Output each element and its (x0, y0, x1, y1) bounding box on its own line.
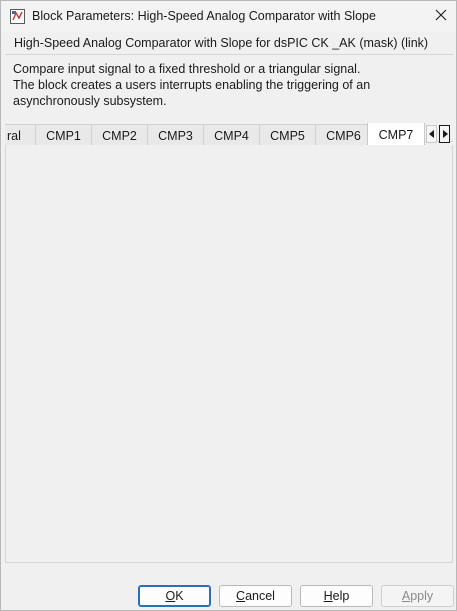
dialog-window: Block Parameters: High-Speed Analog Comp… (0, 0, 457, 611)
close-icon (435, 9, 447, 24)
tab-bar: ral CMP1 CMP2 CMP3 CMP4 CMP5 CMP6 CMP7 (5, 123, 453, 146)
help-button[interactable]: Help (300, 585, 373, 607)
description-line: Compare input signal to a fixed threshol… (13, 62, 361, 76)
mask-description: Compare input signal to a fixed threshol… (13, 61, 449, 109)
cancel-button[interactable]: Cancel (219, 585, 292, 607)
tab-content-panel (5, 145, 453, 563)
tab-cmp3[interactable]: CMP3 (147, 124, 204, 145)
tab-label: ral (7, 128, 21, 143)
simulink-block-icon (10, 9, 25, 24)
tab-general[interactable]: ral (5, 124, 36, 145)
tab-label: CMP3 (158, 128, 193, 143)
button-label: OK (165, 589, 184, 603)
arrow-right-icon (442, 127, 448, 141)
tab-label: CMP6 (326, 128, 361, 143)
tab-cmp4[interactable]: CMP4 (203, 124, 260, 145)
button-label: Help (323, 589, 350, 603)
description-line: asynchronously subsystem. (13, 94, 167, 108)
mask-header: High-Speed Analog Comparator with Slope … (5, 32, 453, 142)
button-label: Apply (401, 589, 434, 603)
tab-cmp5[interactable]: CMP5 (259, 124, 316, 145)
title-bar: Block Parameters: High-Speed Analog Comp… (1, 1, 456, 32)
tab-scroll-left-button[interactable] (426, 125, 437, 143)
tab-cmp2[interactable]: CMP2 (91, 124, 148, 145)
tab-label: CMP4 (214, 128, 249, 143)
window-title: Block Parameters: High-Speed Analog Comp… (32, 9, 376, 23)
arrow-left-icon (428, 127, 435, 141)
tab-label: CMP7 (378, 127, 414, 142)
apply-button[interactable]: Apply (381, 585, 454, 607)
description-line: The block creates a users interrupts ena… (13, 78, 371, 92)
tab-label: CMP2 (102, 128, 137, 143)
ok-button[interactable]: OK (138, 585, 211, 607)
tab-cmp6[interactable]: CMP6 (315, 124, 372, 145)
close-button[interactable] (427, 3, 455, 29)
button-label: Cancel (236, 589, 275, 603)
mask-title: High-Speed Analog Comparator with Slope … (14, 36, 429, 50)
tab-cmp1[interactable]: CMP1 (35, 124, 92, 145)
tab-scroll-right-button[interactable] (439, 125, 450, 143)
tab-cmp7[interactable]: CMP7 (367, 123, 425, 145)
tab-label: CMP1 (46, 128, 81, 143)
tab-label: CMP5 (270, 128, 305, 143)
